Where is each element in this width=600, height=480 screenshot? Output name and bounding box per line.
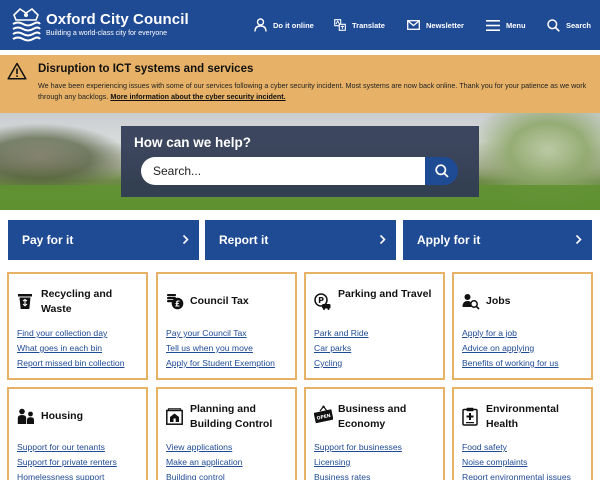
card-link[interactable]: Apply for a job: [462, 326, 559, 341]
nav-label: Menu: [506, 20, 526, 30]
card-link[interactable]: Noise complaints: [462, 455, 571, 470]
search-button[interactable]: [425, 157, 458, 185]
nav-label: Do it online: [273, 20, 314, 30]
quick-link-label: Apply for it: [417, 233, 481, 247]
alert-body: We have been experiencing issues with so…: [38, 80, 588, 102]
card-link[interactable]: Building control: [166, 470, 242, 480]
nav-label: Search: [566, 20, 592, 30]
card-link[interactable]: Report missed bin collection: [17, 356, 124, 371]
chevron-right-icon: [182, 234, 189, 245]
card-title[interactable]: Housing: [41, 409, 141, 424]
site-title[interactable]: Oxford City Council: [46, 11, 189, 28]
brand[interactable]: Oxford City Council Building a world-cla…: [46, 11, 189, 38]
open-sign-icon: OPEN: [314, 405, 333, 424]
card-title[interactable]: Planning and Building Control: [190, 402, 294, 432]
card-link[interactable]: Licensing: [314, 455, 402, 470]
card-title[interactable]: Parking and Travel: [338, 287, 442, 302]
quick-link-label: Pay for it: [22, 233, 74, 247]
service-card-council-tax: £ Council Tax Pay your Council Tax Tell …: [156, 272, 297, 380]
service-card-jobs: Jobs Apply for a job Advice on applying …: [452, 272, 593, 380]
card-title[interactable]: Jobs: [486, 294, 586, 309]
jobs-search-icon: [462, 294, 480, 310]
chevron-right-icon: [379, 234, 386, 245]
card-links: Find your collection day What goes in ea…: [17, 326, 124, 371]
card-link[interactable]: Tell us when you move: [166, 341, 275, 356]
search-heading: How can we help?: [134, 135, 252, 150]
service-card-parking: P Parking and Travel Park and Ride Car p…: [304, 272, 445, 380]
card-link[interactable]: Report environmental issues: [462, 470, 571, 480]
chevron-right-icon: [575, 234, 582, 245]
site-header: Oxford City Council Building a world-cla…: [0, 0, 600, 50]
nav-search[interactable]: Search: [547, 0, 591, 50]
alert-more-info-link[interactable]: More information about the cyber securit…: [110, 92, 285, 101]
card-link[interactable]: Benefits of working for us: [462, 356, 559, 371]
recycling-bin-icon: [18, 294, 32, 309]
person-icon: [254, 18, 267, 32]
card-title[interactable]: Recycling and Waste: [41, 287, 141, 317]
card-links: Support for our tenants Support for priv…: [17, 440, 117, 480]
oxford-crest-icon[interactable]: [10, 6, 42, 44]
nav-translate[interactable]: Translate: [334, 0, 385, 50]
service-card-environmental-health: Environmental Health Food safety Noise c…: [452, 387, 593, 480]
service-card-planning: Planning and Building Control View appli…: [156, 387, 297, 480]
card-link[interactable]: Advice on applying: [462, 341, 559, 356]
pay-for-it-button[interactable]: Pay for it: [8, 220, 199, 260]
card-links: View applications Make an application Bu…: [166, 440, 242, 480]
card-links: Food safety Noise complaints Report envi…: [462, 440, 571, 480]
svg-text:P: P: [318, 296, 324, 305]
card-link[interactable]: Find your collection day: [17, 326, 124, 341]
card-title[interactable]: Environmental Health: [486, 402, 590, 432]
envelope-icon: [407, 20, 420, 30]
card-link[interactable]: Car parks: [314, 341, 368, 356]
card-link[interactable]: What goes in each bin: [17, 341, 124, 356]
parking-icon: P: [314, 293, 331, 310]
nav-menu[interactable]: Menu: [486, 0, 526, 50]
service-card-housing: Housing Support for our tenants Support …: [7, 387, 148, 480]
translate-icon: [334, 19, 346, 31]
site-tagline: Building a world-class city for everyone: [46, 30, 167, 37]
nav-do-it-online[interactable]: Do it online: [254, 0, 314, 50]
card-link[interactable]: View applications: [166, 440, 242, 455]
card-title[interactable]: Business and Economy: [338, 402, 442, 432]
nav-label: Translate: [352, 20, 385, 30]
card-link[interactable]: Homelessness support: [17, 470, 117, 480]
search-icon: [434, 164, 449, 178]
card-links: Apply for a job Advice on applying Benef…: [462, 326, 559, 371]
card-links: Support for businesses Licensing Busines…: [314, 440, 402, 480]
card-link[interactable]: Support for our tenants: [17, 440, 117, 455]
building-plan-icon: [166, 408, 183, 425]
search-icon: [547, 18, 560, 32]
coins-icon: £: [167, 294, 184, 310]
card-link[interactable]: Support for businesses: [314, 440, 402, 455]
report-it-button[interactable]: Report it: [205, 220, 396, 260]
service-card-business: OPEN Business and Economy Support for bu…: [304, 387, 445, 480]
card-title[interactable]: Council Tax: [190, 294, 294, 309]
warning-icon: [7, 62, 27, 80]
card-link[interactable]: Pay your Council Tax: [166, 326, 275, 341]
search-input[interactable]: [141, 157, 425, 185]
card-links: Park and Ride Car parks Cycling: [314, 326, 368, 371]
clipboard-health-icon: [462, 407, 478, 426]
card-link[interactable]: Apply for Student Exemption: [166, 356, 275, 371]
card-link[interactable]: Business rates: [314, 470, 402, 480]
card-link[interactable]: Food safety: [462, 440, 571, 455]
svg-text:£: £: [175, 299, 180, 308]
alert-title: Disruption to ICT systems and services: [38, 63, 254, 75]
quick-link-label: Report it: [219, 233, 269, 247]
nav-newsletter[interactable]: Newsletter: [407, 0, 464, 50]
nav-label: Newsletter: [426, 20, 464, 30]
hamburger-icon: [486, 19, 500, 31]
card-link[interactable]: Cycling: [314, 356, 368, 371]
card-link[interactable]: Make an application: [166, 455, 242, 470]
family-icon: [17, 408, 34, 424]
service-card-recycling: Recycling and Waste Find your collection…: [7, 272, 148, 380]
card-link[interactable]: Park and Ride: [314, 326, 368, 341]
apply-for-it-button[interactable]: Apply for it: [403, 220, 592, 260]
card-link[interactable]: Support for private renters: [17, 455, 117, 470]
card-links: Pay your Council Tax Tell us when you mo…: [166, 326, 275, 371]
hero-trees: [0, 123, 130, 193]
